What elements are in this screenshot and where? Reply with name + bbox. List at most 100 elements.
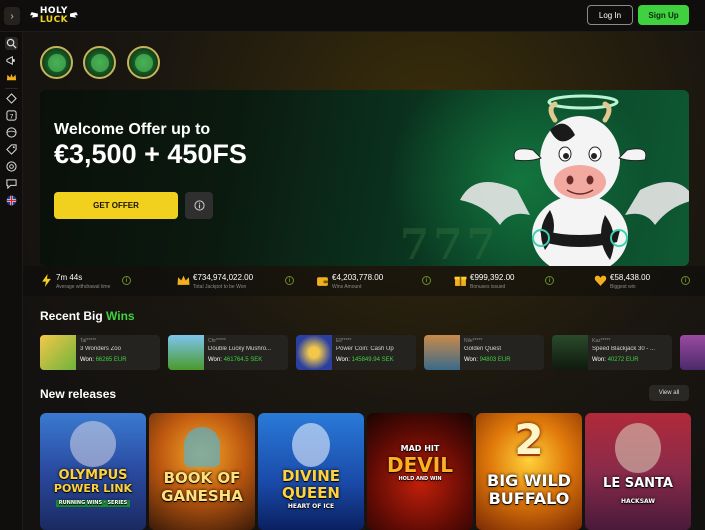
login-button[interactable]: Log In [587,5,633,25]
heart-icon [594,275,607,286]
welcome-offer-banner[interactable]: 777 Welcome Offer up to €3,500 + 450FS G… [40,90,689,266]
game-thumbnail [552,335,588,370]
game-tile[interactable]: OLYMPUS POWER LINK RUNNING WINS · SERIES [40,413,146,530]
win-card[interactable]: Kaz***** Speed Blackjack 30 - ... Won: 4… [552,335,672,370]
won-label: Won: [464,357,478,363]
diamond-icon[interactable] [5,92,18,105]
offer-info-button[interactable] [185,192,213,219]
tag-icon[interactable] [5,143,18,156]
badge-art [90,53,109,72]
get-offer-button[interactable]: GET OFFER [54,192,178,219]
crown-icon [177,275,190,285]
svg-text:7: 7 [9,112,13,120]
game-title-line1: MAD HIT [400,444,440,453]
info-icon[interactable]: i [545,276,554,285]
stat-label: Wins Amount [332,284,362,290]
game-character-art [615,423,661,473]
stat-value: €4,203,778.00 [332,273,384,282]
win-user: Ell***** [336,338,352,344]
game-subtitle: RUNNING WINS · SERIES [55,500,131,507]
signup-button[interactable]: Sign Up [638,5,689,25]
info-icon[interactable]: i [122,276,131,285]
game-title-line1: BOOK OF [163,469,241,487]
new-releases-title: New releases [40,387,117,401]
win-card[interactable]: Tal***** 3 Wonders Zoo Won: 66265 EUR [40,335,160,370]
game-subtitle: HOLD AND WIN [398,476,442,482]
game-thumbnail [680,335,705,370]
slots-icon[interactable]: 7 [5,109,18,122]
stat-value: €58,438.00 [610,273,651,282]
info-icon [193,200,205,211]
won-label: Won: [592,357,606,363]
badge-art [47,53,66,72]
game-title-line2: DEVIL [387,453,453,477]
win-amount-value: 66265 EUR [95,357,127,363]
game-subtitle: HEART OF ICE [287,503,335,510]
stat-value: 7m 44s [56,273,83,282]
megaphone-icon[interactable] [5,54,18,67]
offer-heading: Welcome Offer up to [54,121,211,138]
win-card[interactable]: Chr***** Double Lucky Mushro... Won: 461… [168,335,288,370]
win-user: Nile***** [464,338,483,344]
casino-chip-icon[interactable] [5,160,18,173]
won-label: Won: [208,357,222,363]
wing-icon [70,12,78,18]
game-thumbnail [40,335,76,370]
game-title-line1: BIG WILD [487,471,571,490]
win-amount: Won: 40272 EUR [592,357,639,363]
win-game: 3 Wonders Zoo [80,346,121,352]
stat-value: €999,392.00 [470,273,515,282]
view-all-button[interactable]: View all [649,385,689,401]
game-title-line1: OLYMPUS [58,468,128,483]
info-icon[interactable]: i [422,276,431,285]
wing-icon [30,12,38,18]
gift-icon [454,276,467,286]
game-title-line2: GANESHA [161,487,243,505]
win-amount-value: 94803 EUR [479,357,511,363]
game-title-line2: QUEEN [282,484,340,502]
game-provider: HACKSAW [620,498,656,505]
won-label: Won: [80,357,94,363]
game-thumbnail [168,335,204,370]
win-user: Tal***** [80,338,97,344]
logo-text-bottom: LUCK [39,15,69,25]
stat-label: Biggest win [610,284,636,290]
win-user: Kaz***** [592,338,611,344]
promo-badge[interactable] [127,46,160,79]
game-tile[interactable]: MAD HIT DEVIL HOLD AND WIN [367,413,473,530]
game-badge-number: 2 [514,415,544,464]
game-tile[interactable]: LE SANTA HACKSAW [585,413,691,530]
promo-badge[interactable] [40,46,73,79]
chat-icon[interactable] [5,177,18,190]
info-icon[interactable]: i [285,276,294,285]
win-user: Chr***** [208,338,226,344]
win-amount-value: 145849.94 SEK [351,357,394,363]
win-card[interactable]: Nile***** Golden Quest Won: 94803 EUR [424,335,544,370]
crown-icon[interactable] [5,71,18,84]
game-tile[interactable]: DIVINE QUEEN HEART OF ICE [258,413,364,530]
game-title-line1: LE SANTA [603,476,673,491]
ball-icon[interactable] [5,126,18,139]
win-game: Power Coin: Cash Up [336,346,394,352]
search-icon[interactable] [5,37,18,50]
wallet-icon [317,277,328,286]
top-bar: › HOLY LUCK Log In Sign Up [0,0,705,32]
title-prefix: Recent Big [40,309,107,323]
game-tile[interactable]: BOOK OF GANESHA [149,413,255,530]
sidebar: 7 [0,32,23,530]
game-tile[interactable]: 2 BIG WILD BUFFALO [476,413,582,530]
game-thumbnail [296,335,332,370]
stat-label: Total Jackpot to be Won [193,284,247,290]
game-title-line1: DIVINE [281,467,341,485]
expand-sidebar-button[interactable]: › [4,7,20,25]
win-card[interactable] [680,335,705,370]
win-amount: Won: 461764.5 SEK [208,357,262,363]
info-icon[interactable]: i [681,276,690,285]
holy-luck-logo[interactable]: HOLY LUCK [30,7,78,25]
chevron-right-icon: › [10,10,14,22]
game-character-art [292,423,330,467]
promo-badge[interactable] [83,46,116,79]
win-card[interactable]: Ell***** Power Coin: Cash Up Won: 145849… [296,335,416,370]
stat-label: Bonuses issued [470,284,506,290]
flag-uk-icon[interactable] [5,194,18,207]
